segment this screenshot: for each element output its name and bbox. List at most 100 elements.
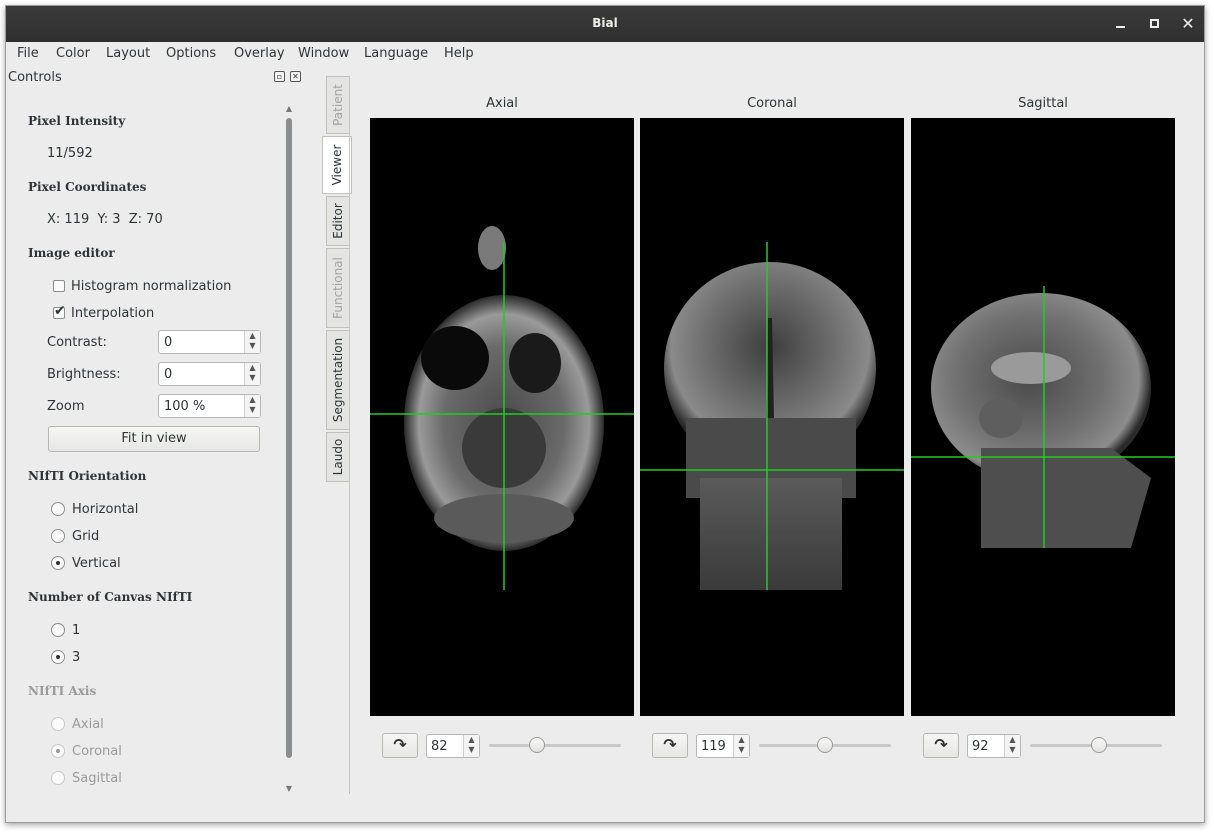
pixel-intensity-value: 11/592 [47, 146, 93, 161]
contrast-stepper[interactable]: ▲ ▼ [244, 331, 260, 353]
menu-file[interactable]: File [17, 46, 39, 61]
canvas-count-3-radio[interactable] [51, 650, 65, 664]
tab-editor-label: Editor [331, 203, 345, 239]
float-icon: ▫ [276, 72, 283, 81]
orientation-vertical-label: Vertical [72, 556, 121, 571]
zoom-stepper[interactable]: ▲ ▼ [244, 395, 260, 417]
nifti-axis-heading: NIfTI Axis [28, 684, 97, 698]
coronal-slice-spinbox[interactable]: 119 ▲ ▼ [696, 734, 750, 758]
tab-viewer[interactable]: Viewer [322, 136, 352, 194]
scroll-thumb[interactable] [286, 118, 292, 758]
tab-patient-label: Patient [331, 84, 345, 126]
axis-coronal-label: Coronal [72, 744, 122, 759]
sagittal-rotate-button[interactable]: ↷ [923, 733, 959, 758]
orientation-grid-label: Grid [72, 529, 100, 544]
axial-rotate-button[interactable]: ↷ [382, 733, 418, 758]
contrast-spinbox[interactable]: 0 ▲ ▼ [158, 330, 261, 354]
sagittal-canvas[interactable] [911, 118, 1175, 716]
maximize-button[interactable] [1144, 14, 1164, 34]
histogram-normalization-label: Histogram normalization [71, 279, 232, 294]
sagittal-slice-stepper[interactable]: ▲ ▼ [1004, 735, 1020, 757]
axial-slice-slider[interactable] [489, 744, 621, 747]
canvas-count-1-radio[interactable] [51, 623, 65, 637]
axis-sagittal-label: Sagittal [72, 771, 122, 786]
brightness-stepper[interactable]: ▲ ▼ [244, 363, 260, 385]
vertical-tab-bar: Patient Viewer Editor Functional Segment… [322, 76, 352, 486]
orientation-horizontal-radio[interactable] [51, 502, 65, 516]
axis-sagittal-radio [51, 771, 65, 785]
nifti-orientation-heading: NIfTI Orientation [28, 469, 147, 483]
axial-canvas[interactable] [370, 118, 634, 716]
close-icon: ✕ [1181, 14, 1195, 33]
tab-laudo[interactable]: Laudo [326, 432, 350, 482]
contrast-label: Contrast: [47, 335, 107, 350]
tab-laudo-label: Laudo [331, 438, 345, 476]
menu-bar: File Color Layout Options Overlay Window… [6, 42, 1204, 66]
dock-close-button[interactable]: ✕ [290, 71, 301, 82]
canvas-count-heading: Number of Canvas NIfTI [28, 590, 193, 604]
fit-in-view-button[interactable]: Fit in view [48, 426, 260, 452]
orientation-vertical-radio[interactable] [51, 556, 65, 570]
coronal-slice-value: 119 [701, 739, 726, 754]
app-window: Bial ✕ File Color Layout Options Overlay… [5, 5, 1205, 823]
axis-axial-label: Axial [72, 717, 104, 732]
close-button[interactable]: ✕ [1178, 14, 1198, 34]
sagittal-view-title: Sagittal [1018, 96, 1068, 111]
rotate-icon: ↷ [393, 735, 407, 754]
zoom-spinbox[interactable]: 100 % ▲ ▼ [158, 394, 261, 418]
canvas-count-1-label: 1 [72, 623, 81, 638]
brightness-spinbox[interactable]: 0 ▲ ▼ [158, 362, 261, 386]
pixel-coordinates-heading: Pixel Coordinates [28, 180, 147, 194]
controls-dock-title: Controls [8, 70, 62, 85]
minimize-button[interactable] [1110, 14, 1130, 34]
tab-functional: Functional [326, 248, 350, 328]
orientation-grid-radio[interactable] [51, 529, 65, 543]
coronal-rotate-button[interactable]: ↷ [652, 733, 688, 758]
pixel-intensity-heading: Pixel Intensity [28, 114, 126, 128]
menu-overlay[interactable]: Overlay [234, 46, 285, 61]
interpolation-checkbox[interactable] [53, 303, 66, 319]
dock-float-button[interactable]: ▫ [274, 71, 285, 82]
controls-scrollbar[interactable]: ▲ ▼ [284, 104, 294, 794]
axis-coronal-radio [51, 744, 65, 758]
sagittal-slice-value: 92 [972, 739, 989, 754]
sagittal-brain-image [931, 293, 1151, 548]
sagittal-slider-handle[interactable] [1090, 737, 1107, 753]
coronal-slice-stepper[interactable]: ▲ ▼ [733, 735, 749, 757]
menu-help[interactable]: Help [444, 46, 474, 61]
pixel-coordinates-value: X: 119 Y: 3 Z: 70 [47, 212, 163, 227]
axial-slice-spinbox[interactable]: 82 ▲ ▼ [426, 734, 480, 758]
minimize-icon [1115, 26, 1125, 28]
zoom-label: Zoom [47, 399, 85, 414]
menu-color[interactable]: Color [56, 46, 90, 61]
window-title: Bial [592, 16, 618, 30]
coronal-slider-handle[interactable] [817, 737, 833, 753]
coronal-canvas[interactable] [640, 118, 904, 716]
tab-editor[interactable]: Editor [326, 196, 350, 246]
menu-options[interactable]: Options [166, 46, 216, 61]
scroll-down-icon[interactable]: ▼ [284, 784, 294, 794]
axial-view-title: Axial [486, 96, 518, 111]
axial-slice-stepper[interactable]: ▲ ▼ [463, 735, 479, 757]
menu-window[interactable]: Window [298, 46, 349, 61]
menu-language[interactable]: Language [364, 46, 428, 61]
image-editor-heading: Image editor [28, 246, 115, 260]
tab-functional-label: Functional [331, 257, 345, 319]
scroll-up-icon[interactable]: ▲ [284, 104, 294, 114]
tab-segmentation[interactable]: Segmentation [326, 330, 350, 430]
canvas-count-3-label: 3 [72, 650, 81, 665]
coronal-view-title: Coronal [747, 96, 797, 111]
brightness-label: Brightness: [47, 367, 121, 382]
tab-segmentation-label: Segmentation [331, 337, 345, 423]
axial-slider-handle[interactable] [528, 737, 545, 753]
rotate-icon: ↷ [663, 735, 677, 754]
histogram-normalization-checkbox[interactable] [53, 280, 65, 292]
axial-slice-value: 82 [431, 739, 448, 754]
interpolation-label: Interpolation [71, 306, 155, 321]
sagittal-slice-spinbox[interactable]: 92 ▲ ▼ [967, 734, 1021, 758]
coronal-brain-image [664, 262, 876, 590]
tab-viewer-label: Viewer [330, 144, 344, 186]
title-bar: Bial ✕ [6, 6, 1204, 42]
panel-divider [349, 76, 350, 794]
menu-layout[interactable]: Layout [106, 46, 150, 61]
